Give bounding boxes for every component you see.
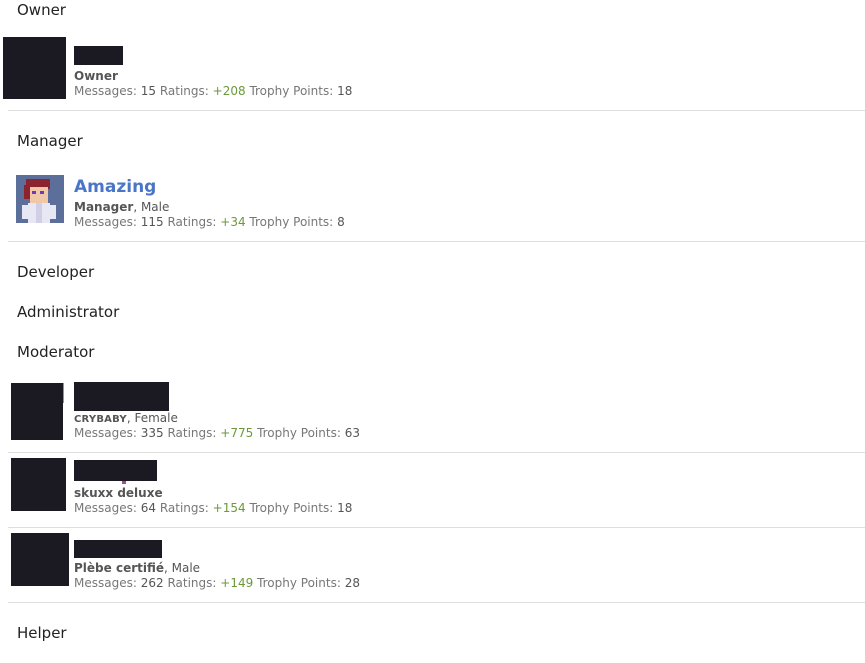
redacted-username[interactable] [74, 46, 123, 65]
divider [8, 527, 865, 528]
avatar[interactable] [11, 533, 69, 586]
divider [8, 452, 865, 453]
member-stats: Messages: 64 Ratings: +154 Trophy Points… [74, 501, 353, 515]
character-avatar-icon [16, 175, 64, 223]
group-heading-moderator: Moderator [17, 343, 95, 361]
member-stats: Messages: 335 Ratings: +775 Trophy Point… [74, 426, 360, 440]
member-stats: Messages: 262 Ratings: +149 Trophy Point… [74, 576, 360, 590]
member-title: Owner [74, 69, 118, 83]
member-stats: Messages: 115 Ratings: +34 Trophy Points… [74, 215, 345, 229]
redacted-username[interactable] [74, 382, 169, 411]
username-ascender-fragment [122, 481, 126, 484]
avatar[interactable] [11, 458, 66, 511]
username-link[interactable]: Amazing [74, 177, 156, 197]
avatar[interactable] [3, 37, 66, 99]
group-heading-manager: Manager [17, 132, 83, 150]
member-title: skuxx deluxe [74, 486, 163, 500]
avatar[interactable] [11, 383, 63, 440]
divider [8, 602, 865, 603]
avatar-edge-accent [63, 383, 64, 403]
group-heading-developer: Developer [17, 263, 95, 281]
redacted-username[interactable] [74, 460, 157, 481]
member-title: CRYBABY, Female [74, 411, 178, 425]
member-title: Manager, Male [74, 200, 170, 214]
divider [8, 110, 865, 111]
redacted-username[interactable] [74, 540, 162, 558]
divider [8, 241, 865, 242]
group-heading-owner: Owner [17, 1, 66, 19]
member-title: Plèbe certifié, Male [74, 561, 201, 575]
avatar[interactable] [16, 175, 64, 223]
member-stats: Messages: 15 Ratings: +208 Trophy Points… [74, 84, 353, 98]
group-heading-administrator: Administrator [17, 303, 120, 321]
group-heading-helper: Helper [17, 624, 67, 642]
